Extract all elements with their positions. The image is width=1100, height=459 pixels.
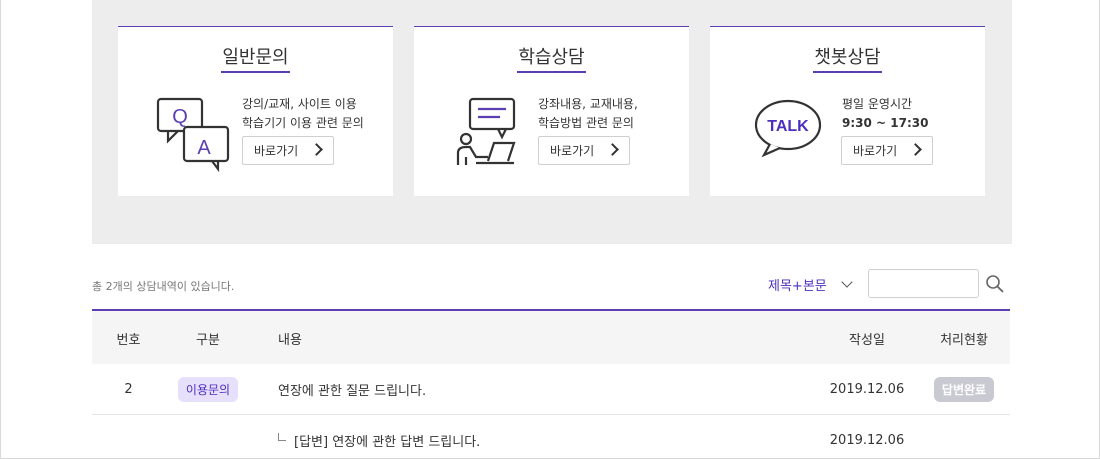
chevron-right-icon bbox=[909, 143, 922, 156]
table-row[interactable]: [답변] 연장에 관한 답변 드립니다. 2019.12.06 bbox=[92, 415, 1010, 459]
study-counsel-icon bbox=[456, 97, 516, 165]
header-status: 처리현황 bbox=[940, 333, 988, 348]
category-badge: 이용문의 bbox=[177, 376, 239, 402]
table-header: 번호 구분 내용 작성일 처리현황 bbox=[92, 309, 1010, 364]
card-description: 평일 운영시간 9:30 ~ 17:30 bbox=[842, 97, 929, 130]
row-category: 이용문의 bbox=[165, 364, 251, 414]
svg-text:Q: Q bbox=[172, 106, 188, 128]
reply-arrow-icon bbox=[278, 433, 286, 441]
row-date: 2019.12.06 bbox=[829, 432, 905, 448]
general-inquiry-card: 일반문의 Q A 강의/교재, 사이트 이용 학습기기 이용 관련 문의 바로가… bbox=[118, 26, 393, 196]
chevron-right-icon bbox=[606, 143, 619, 156]
counsel-count: 총 2개의 상담내역이 있습니다. bbox=[92, 280, 235, 293]
card-description: 강의/교재, 사이트 이용 학습기기 이용 관련 문의 bbox=[242, 97, 364, 130]
go-button[interactable]: 바로가기 bbox=[242, 136, 334, 165]
chevron-down-icon bbox=[841, 276, 853, 288]
card-title: 학습상담 bbox=[414, 43, 689, 73]
card-title: 챗봇상담 bbox=[710, 43, 985, 73]
card-description: 강좌내용, 교재내용, 학습방법 관련 문의 bbox=[538, 97, 638, 130]
status-badge: 답변완료 bbox=[933, 376, 995, 402]
row-no bbox=[92, 415, 165, 459]
header-content: 내용 bbox=[278, 333, 302, 348]
svg-text:TALK: TALK bbox=[767, 118, 809, 135]
table-row[interactable]: 2 이용문의 연장에 관한 질문 드립니다. 2019.12.06 답변완료 bbox=[92, 364, 1010, 415]
row-status: 답변완료 bbox=[924, 364, 1004, 414]
talk-icon: TALK bbox=[754, 99, 822, 158]
search-input[interactable] bbox=[868, 269, 979, 298]
qa-icon: Q A bbox=[156, 97, 230, 173]
card-title: 일반문의 bbox=[118, 43, 393, 73]
go-button[interactable]: 바로가기 bbox=[841, 136, 933, 165]
header-no: 번호 bbox=[116, 333, 141, 348]
row-title-link[interactable]: [답변] 연장에 관한 답변 드립니다. bbox=[278, 415, 480, 459]
row-title-link[interactable]: 연장에 관한 질문 드립니다. bbox=[278, 364, 426, 414]
header-category: 구분 bbox=[196, 333, 220, 348]
study-counsel-card: 학습상담 강좌내용, 교재내용, 학습방법 관련 문의 바로가기 bbox=[414, 26, 689, 196]
svg-text:A: A bbox=[197, 137, 211, 159]
chatbot-counsel-card: 챗봇상담 TALK 평일 운영시간 9:30 ~ 17:30 바로가기 bbox=[710, 26, 985, 196]
search-icon[interactable] bbox=[985, 274, 1005, 294]
search-filter-select[interactable]: 제목+본문 bbox=[768, 275, 853, 294]
row-no: 2 bbox=[124, 381, 133, 397]
header-date: 작성일 bbox=[849, 333, 885, 348]
go-button[interactable]: 바로가기 bbox=[538, 136, 630, 165]
row-date: 2019.12.06 bbox=[829, 381, 905, 397]
chevron-right-icon bbox=[310, 143, 323, 156]
counsel-table: 번호 구분 내용 작성일 처리현황 2 이용문의 연장에 관한 질문 드립니다.… bbox=[92, 309, 1010, 459]
counsel-panel: 일반문의 Q A 강의/교재, 사이트 이용 학습기기 이용 관련 문의 바로가… bbox=[92, 0, 1012, 244]
